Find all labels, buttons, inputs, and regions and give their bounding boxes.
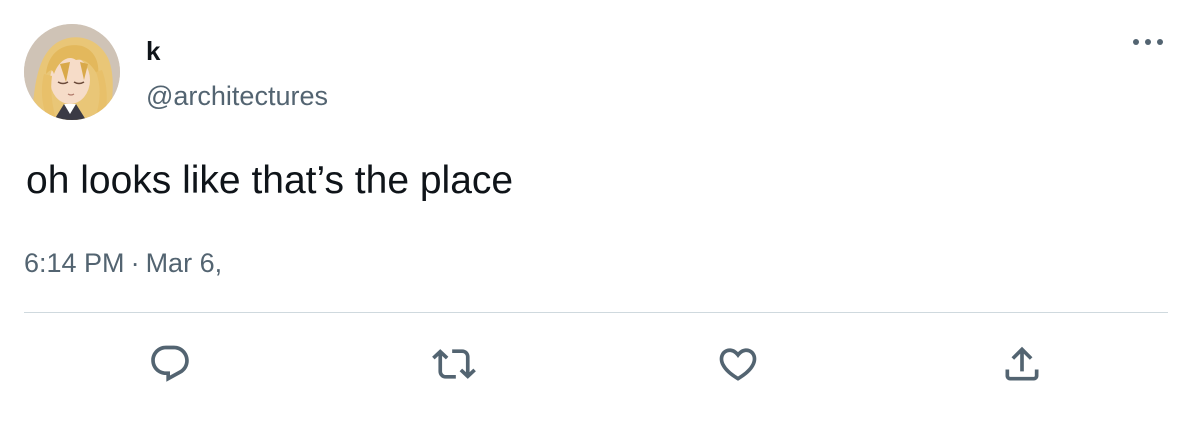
tweet-timestamp[interactable]: 6:14 PM · Mar 6, (24, 247, 222, 279)
heart-icon (716, 342, 760, 386)
divider (24, 312, 1168, 313)
meta-separator: · (130, 248, 140, 278)
retweet-button[interactable] (430, 340, 478, 388)
comment-icon (148, 342, 192, 386)
more-options-icon[interactable] (1128, 30, 1168, 54)
user-handle[interactable]: @architectures (146, 80, 328, 112)
display-name[interactable]: k (146, 36, 160, 66)
tweet-date: Mar 6, (145, 248, 223, 278)
tweet-time: 6:14 PM (24, 248, 125, 278)
share-button[interactable] (998, 340, 1046, 388)
tweet-text: oh looks like that’s the place (26, 159, 514, 202)
reply-button[interactable] (146, 340, 194, 388)
share-icon (1000, 342, 1044, 386)
like-button[interactable] (714, 340, 762, 388)
tweet-card: k @architectures oh looks like that’s th… (0, 0, 1192, 434)
avatar[interactable] (24, 24, 120, 120)
retweet-icon (432, 342, 476, 386)
